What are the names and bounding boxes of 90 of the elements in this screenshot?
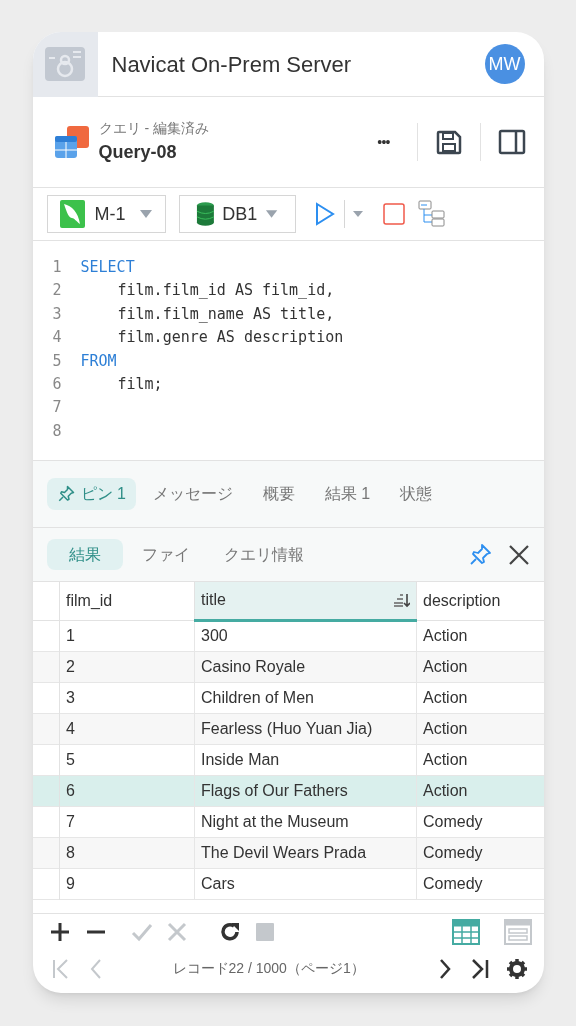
table-cell: Action [416,682,544,713]
sql-keyword: FROM [80,350,117,372]
line-number: 8 [51,420,63,442]
table-cell: 9 [59,868,195,899]
previous-page-icon[interactable] [88,957,103,980]
panel-toggle-icon[interactable] [497,128,526,156]
result-subtab[interactable]: クエリ情報 [208,539,319,570]
table-cell: Night at the Museum [194,806,417,837]
close-icon[interactable] [507,543,530,566]
code-line: film.genre AS description [116,327,344,349]
table-cell: Comedy [416,806,544,837]
save-icon[interactable] [434,128,463,156]
check-icon[interactable] [130,921,153,943]
connection-dropdown[interactable]: M-1 [46,195,166,233]
query-icon [52,124,91,160]
line-number: 5 [51,350,63,372]
more-button[interactable]: ••• [358,122,409,162]
table-cell: Action [416,651,544,682]
sql-keyword: SELECT [80,257,135,278]
line-number: 7 [51,397,63,419]
result-subtab[interactable]: ファイ [126,539,205,570]
table-cell: 1 [59,620,195,651]
database-dropdown[interactable]: DB1 [178,195,296,233]
table-cell: 7 [59,806,195,837]
table-cell: 2 [59,651,195,682]
column-header[interactable]: description [416,582,544,620]
table-row[interactable]: 1 300 Action [32,620,544,651]
table-cell: Inside Man [194,744,417,775]
result-tab[interactable]: 状態 [387,478,446,510]
result-tab[interactable]: メッセージ [139,478,246,510]
query-title: Query-08 [98,141,178,164]
line-number: 2 [51,280,63,302]
table-cell: Action [416,713,544,744]
line-number: 6 [51,373,63,395]
refresh-icon[interactable] [218,921,241,943]
table-cell: Comedy [416,837,544,868]
table-row[interactable]: 3 Children of Men Action [32,682,544,713]
first-page-icon[interactable] [50,957,71,980]
last-page-icon[interactable] [469,957,490,980]
result-tab[interactable]: 概要 [249,478,308,510]
query-status: クエリ - 編集済み [98,119,209,138]
line-number: 1 [51,257,63,278]
code-line: film.film_id AS film_id, [116,280,335,302]
cancel-icon[interactable] [166,922,187,942]
next-page-icon[interactable] [437,957,452,980]
caret-icon [138,209,153,219]
table-row[interactable]: 5 Inside Man Action [32,744,544,775]
form-view-icon[interactable] [503,919,532,945]
table-cell: 4 [59,713,195,744]
table-cell: Cars [194,868,417,899]
table-row[interactable]: 9 Cars Comedy [32,868,544,899]
add-icon[interactable] [48,921,71,943]
line-number: 3 [51,303,63,325]
table-cell: Flags of Our Fathers [194,775,417,806]
table-cell: 3 [59,682,195,713]
code-line: film.film_name AS title, [116,303,335,325]
caret-icon [265,209,279,219]
table-cell: The Devil Wears Prada [194,837,417,868]
table-cell: 300 [194,620,417,651]
table-cell: Action [416,620,544,651]
table-cell: Fearless (Huo Yuan Jia) [194,713,417,744]
grid-view-icon[interactable] [451,919,480,945]
record-info: レコード22 / 1000（ページ1） [172,959,365,978]
column-header[interactable]: title [194,582,417,620]
database-icon [195,201,215,227]
table-cell: Casino Royale [194,651,417,682]
sort-icon [392,592,410,609]
table-row[interactable]: 8 The Devil Wears Prada Comedy [32,837,544,868]
table-cell: Children of Men [194,682,417,713]
table-row[interactable]: 2 Casino Royale Action [32,651,544,682]
line-number: 4 [51,327,63,349]
code-line: film; [116,373,163,395]
run-icon[interactable] [314,202,335,226]
table-cell: 6 [59,775,195,806]
app-title: Navicat On-Prem Server [111,50,352,79]
run-menu-caret-icon[interactable] [351,210,364,218]
table-cell: Action [416,744,544,775]
stop-icon[interactable] [382,203,405,225]
stop-square-icon[interactable] [254,922,275,942]
table-cell: 5 [59,744,195,775]
table-row[interactable]: 6 Flags of Our Fathers Action [32,775,544,806]
explain-diagram-icon[interactable] [417,200,446,228]
result-tab[interactable]: 結果 1 [311,478,384,510]
table-cell: 8 [59,837,195,868]
table-row[interactable]: 4 Fearless (Huo Yuan Jia) Action [32,713,544,744]
column-header[interactable]: film_id [59,582,195,620]
settings-icon[interactable] [505,957,528,980]
table-cell: Comedy [416,868,544,899]
table-cell: Action [416,775,544,806]
table-row[interactable]: 7 Night at the Museum Comedy [32,806,544,837]
